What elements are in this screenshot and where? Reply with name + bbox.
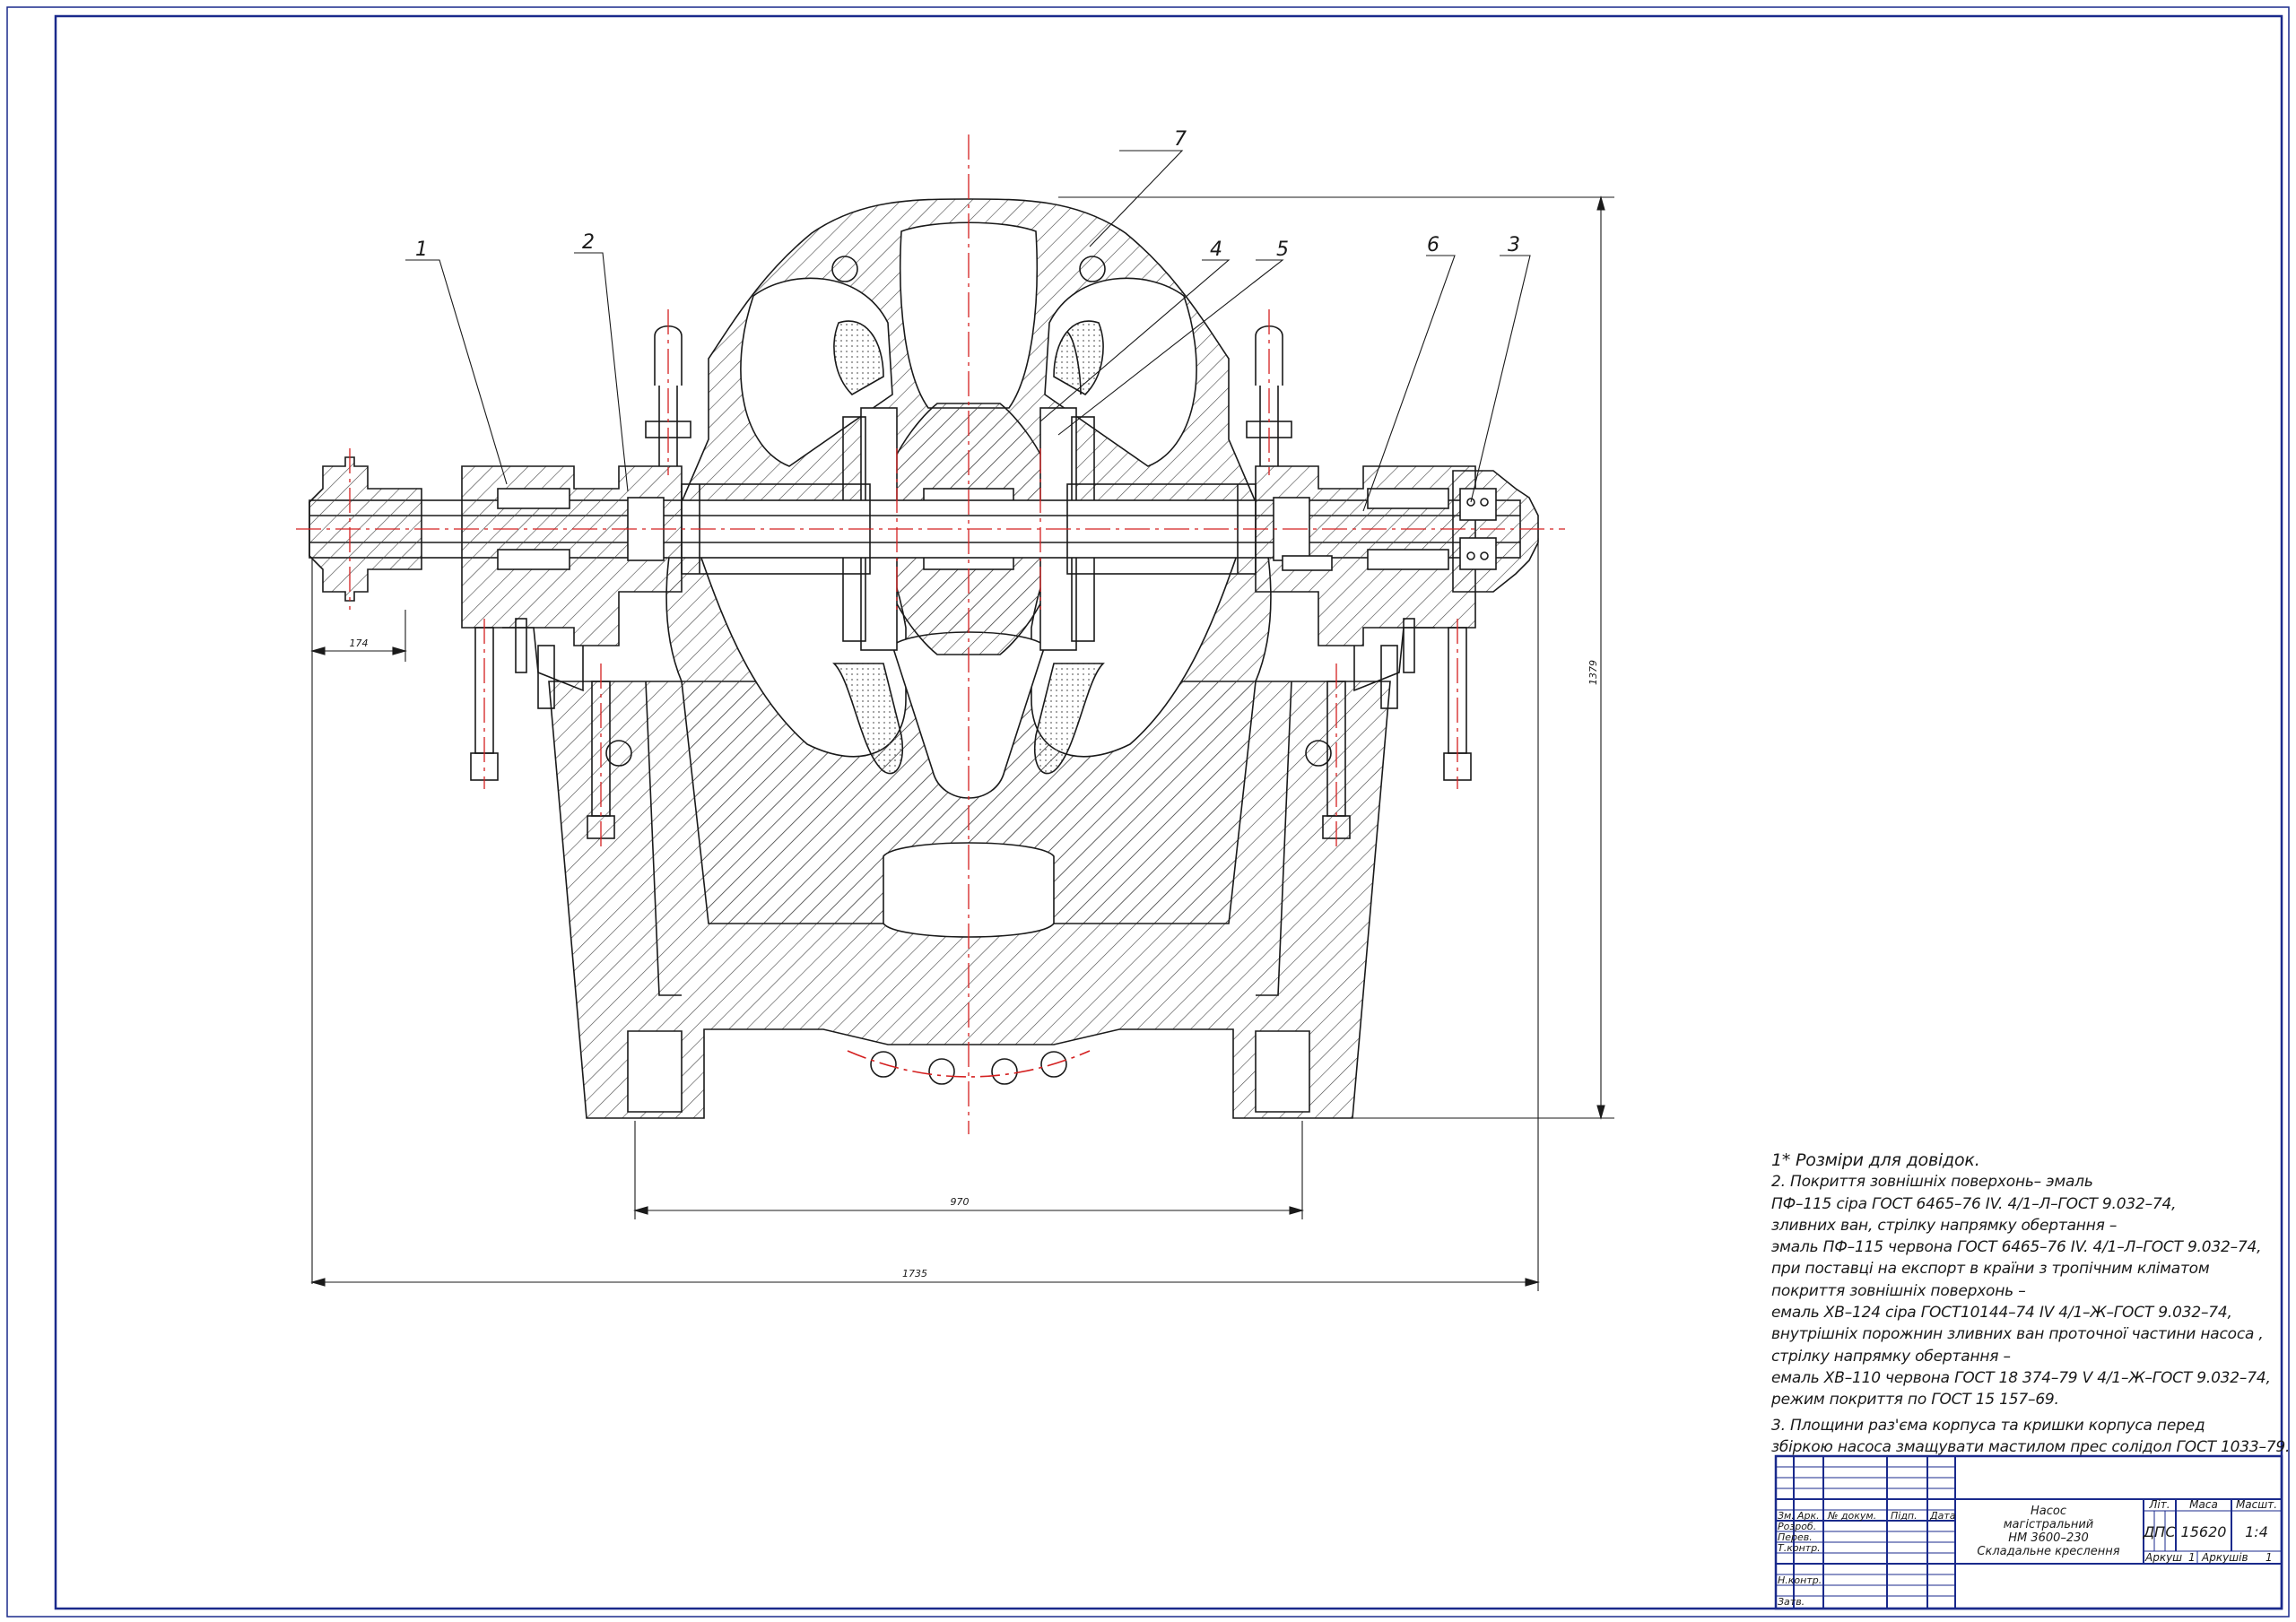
callout-6: 6	[1427, 234, 1439, 256]
tb-mass-value: 15620	[2181, 1523, 2227, 1540]
callout-5: 5	[1276, 239, 1289, 261]
pump-assembly	[309, 198, 1539, 1119]
note-line: емаль ХВ–124 сіра ГОСТ10144–74 IV 4/1–Ж–…	[1771, 1304, 2232, 1323]
tb-title-line-1: Насос	[2031, 1505, 2066, 1518]
note-line: 3. Площини раз'єма корпуса та кришки кор…	[1771, 1416, 2205, 1435]
tb-role-norm-control: Н.контр.	[1778, 1574, 1822, 1586]
note-line: стрілку напрямку обертання –	[1771, 1347, 2011, 1366]
note-line: внутрішніх порожнин зливних ван проточно…	[1771, 1325, 2264, 1344]
note-line: эмаль ПФ–115 червона ГОСТ 6465–76 IV. 4/…	[1771, 1238, 2262, 1257]
tb-sheets-label: Аркушів	[2201, 1551, 2248, 1564]
tb-scale-value: 1:4	[2245, 1523, 2268, 1540]
note-line: емаль ХВ–110 червона ГОСТ 18 374–79 V 4/…	[1771, 1368, 2271, 1387]
callout-7: 7	[1174, 128, 1187, 151]
dim-height: 1379	[1587, 660, 1599, 685]
note-line: ПФ–115 сіра ГОСТ 6465–76 IV. 4/1–Л–ГОСТ …	[1771, 1194, 2177, 1213]
tb-role-tech-control: Т.контр.	[1778, 1542, 1821, 1554]
note-line: зливних ван, стрілку напрямку обертання …	[1771, 1216, 2118, 1235]
note-line: режим покриття по ГОСТ 15 157–69.	[1771, 1391, 2059, 1409]
tb-lit-p: П	[2154, 1523, 2165, 1540]
note-line: покриття зовнішніх поверхонь –	[1771, 1281, 2026, 1300]
tb-title-line-2: магістральний	[2004, 1518, 2094, 1531]
left-coupling	[309, 456, 422, 602]
tb-col-doc: № докум.	[1827, 1510, 1876, 1522]
callout-3: 3	[1508, 234, 1520, 256]
tb-title-line-4: Складальне креслення	[1977, 1545, 2119, 1558]
note-line: при поставці на експорт в країни з тропі…	[1771, 1260, 2210, 1279]
tb-scale-label: Масшт.	[2236, 1498, 2277, 1511]
tb-col-sign: Підп.	[1891, 1510, 1918, 1522]
dim-shaft-end: 174	[350, 638, 369, 649]
dim-feet-span: 970	[951, 1196, 970, 1208]
technical-notes: 1* Розміри для довідок. 2. Покриття зовн…	[1771, 1149, 2291, 1458]
tb-sheet-label: Аркуш	[2144, 1551, 2182, 1564]
tb-sheet-value: 1	[2188, 1551, 2196, 1564]
callout-1: 1	[415, 239, 428, 261]
note-line: 2. Покриття зовнішніх поверхонь– эмаль	[1771, 1173, 2093, 1192]
tb-lit-label: Літ.	[2148, 1498, 2170, 1511]
tb-lit-s: С	[2165, 1523, 2176, 1540]
tb-title-line-3: НМ 3600–230	[2008, 1531, 2089, 1545]
tb-lit-d: Д	[2143, 1523, 2155, 1540]
dim-overall-length: 1735	[902, 1268, 927, 1279]
tb-role-approved: Затв.	[1778, 1596, 1805, 1608]
tb-col-date: Дата	[1929, 1510, 1956, 1522]
note-line: 1* Розміри для довідок.	[1771, 1150, 1980, 1170]
callout-4: 4	[1210, 239, 1222, 261]
callout-2: 2	[582, 231, 595, 254]
tb-sheets-value: 1	[2266, 1551, 2273, 1564]
note-line: збіркою насоса змащувати мастилом прес с…	[1771, 1437, 2291, 1456]
tb-mass-label: Маса	[2189, 1498, 2218, 1511]
